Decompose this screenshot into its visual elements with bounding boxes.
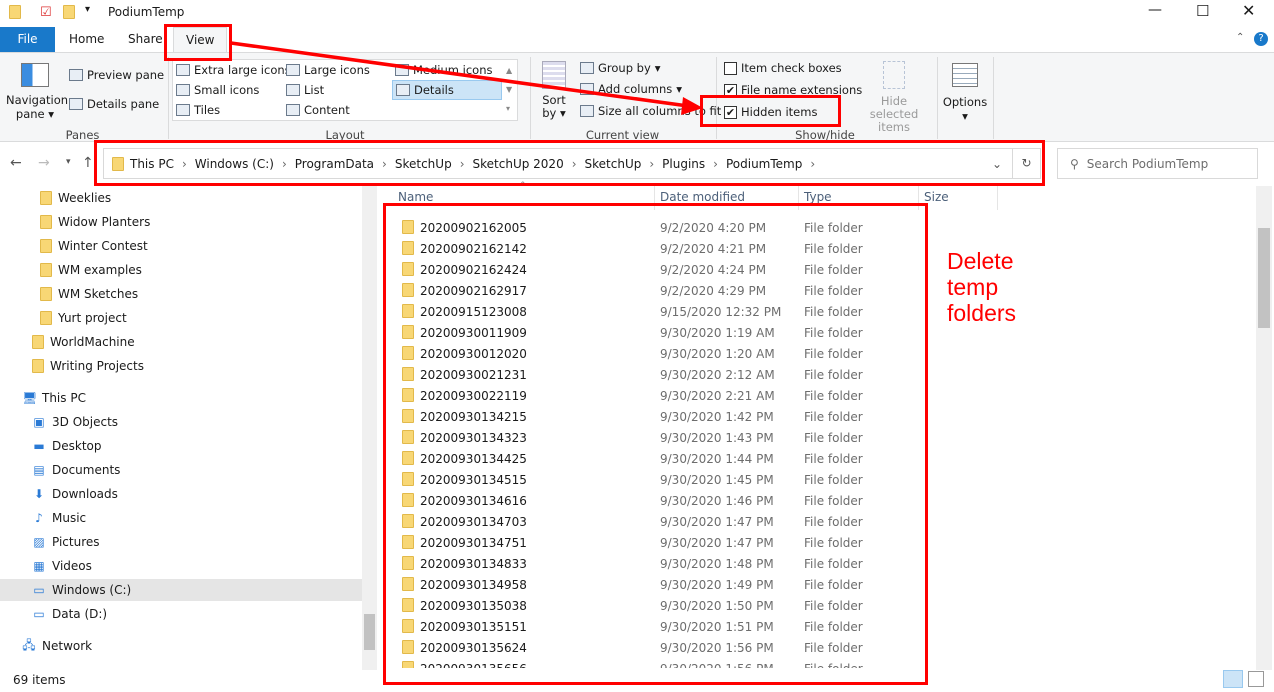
annotation-file-list-box: [383, 203, 928, 685]
annotation-address-box: [94, 140, 1045, 186]
annotation-text: Delete temp folders: [947, 248, 1017, 326]
annotation-hidden-items-box: [700, 95, 841, 127]
